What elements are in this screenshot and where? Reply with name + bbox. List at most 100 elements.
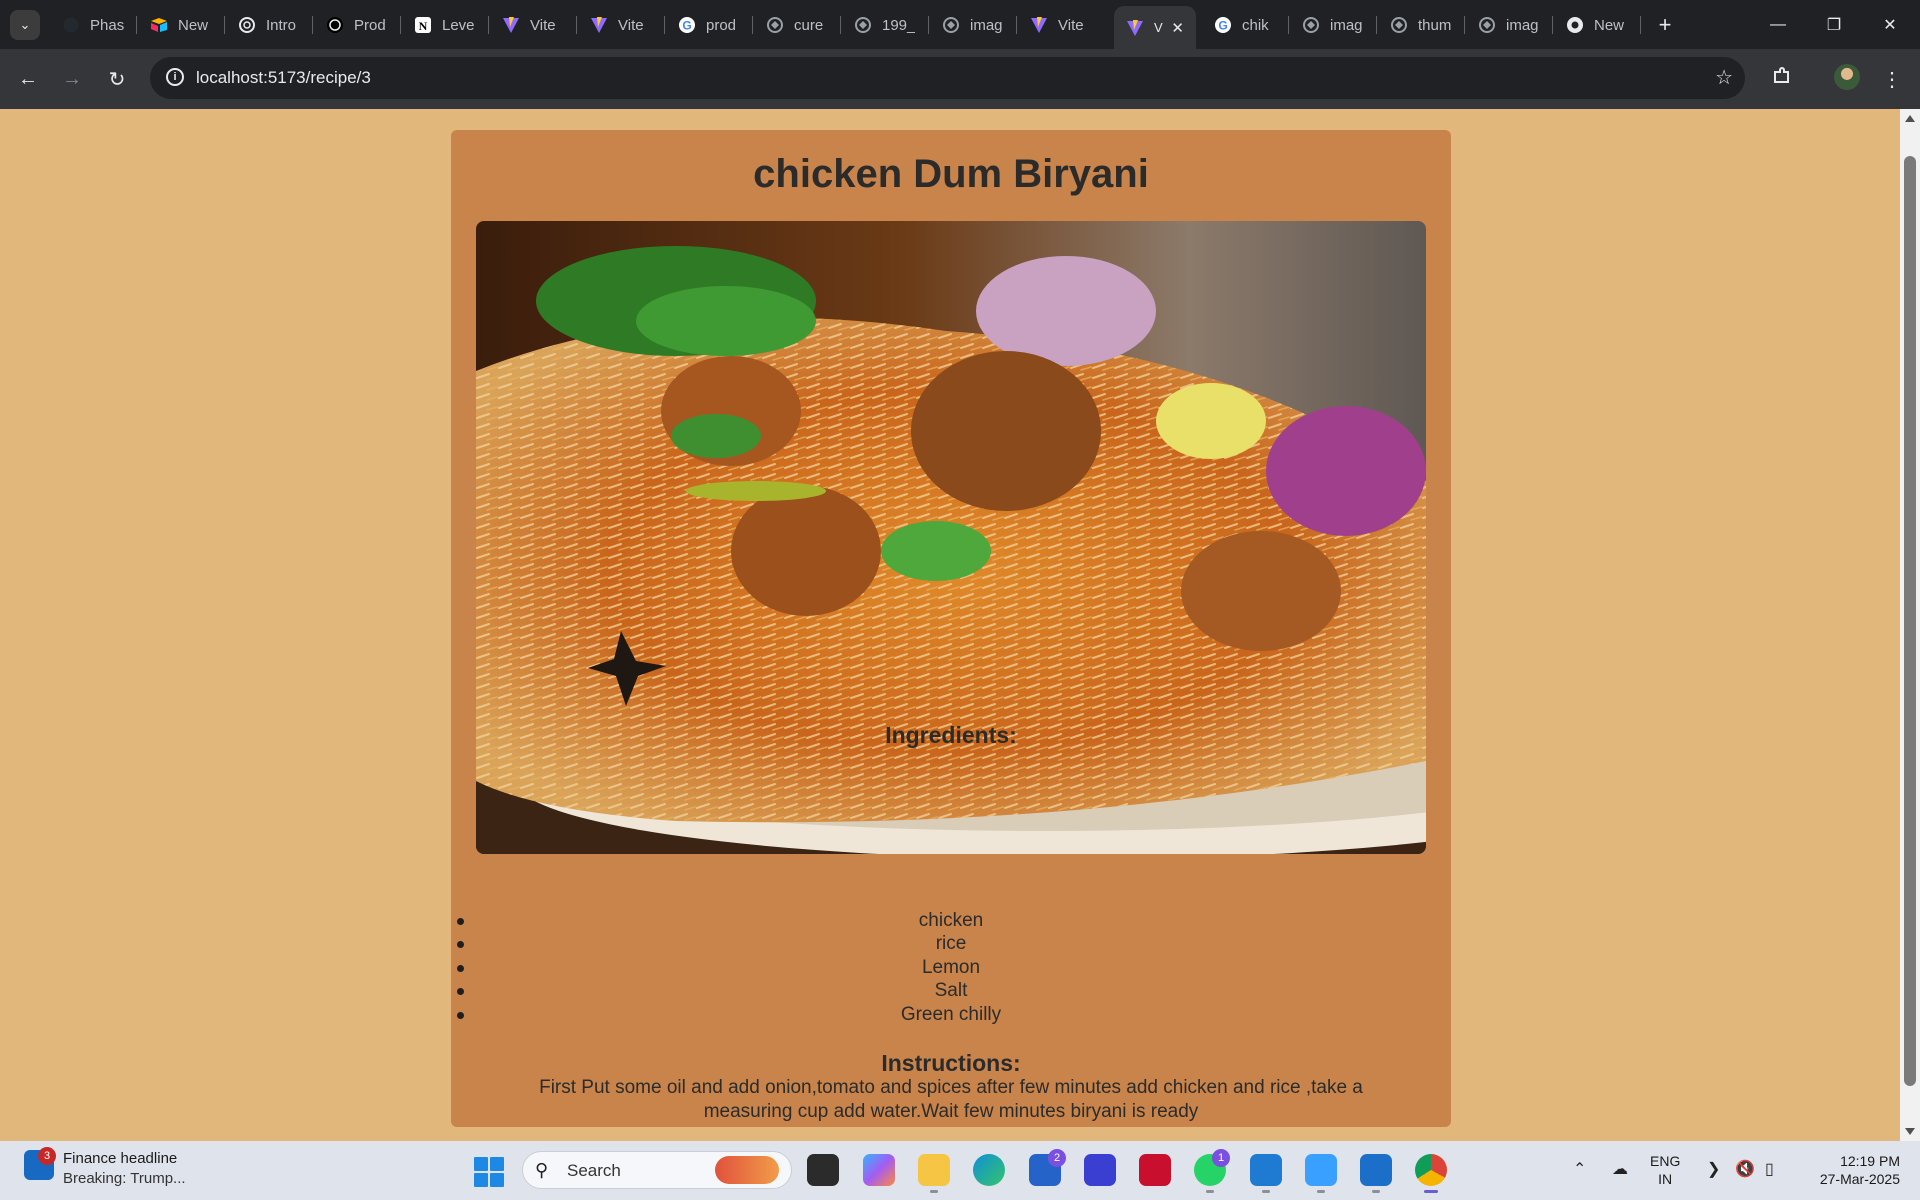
tab-search-button[interactable]: ⌄ — [10, 10, 40, 40]
minimize-icon: — — [1770, 15, 1786, 33]
chevron-up-icon[interactable]: ⌃ — [1573, 1159, 1586, 1179]
browser-tab[interactable]: thum — [1378, 8, 1466, 42]
app-icon[interactable] — [1084, 1154, 1116, 1186]
browser-tab[interactable]: Intro — [226, 8, 314, 42]
browser-tab[interactable]: New — [1554, 8, 1642, 42]
back-button[interactable]: ← — [12, 63, 44, 95]
store-badge: 2 — [1048, 1149, 1066, 1167]
battery-icon[interactable]: ▯ — [1765, 1159, 1774, 1179]
close-window-button[interactable]: ✕ — [1862, 0, 1918, 49]
extensions-button[interactable] — [1766, 63, 1798, 95]
profile-avatar[interactable] — [1834, 64, 1860, 90]
tab-title: imag — [1330, 16, 1363, 34]
running-indicator — [1206, 1190, 1214, 1193]
tab-title: Vite — [1058, 16, 1084, 34]
arrow-left-icon: ← — [18, 67, 38, 90]
search-icon: ⚲ — [535, 1160, 549, 1180]
search-label: Search — [567, 1161, 621, 1180]
tab-title: chik — [1242, 16, 1269, 34]
active-indicator — [1424, 1190, 1438, 1193]
browser-tab[interactable]: G prod — [666, 8, 754, 42]
bookmark-star-icon[interactable]: ☆ — [1715, 65, 1733, 90]
address-bar[interactable]: i localhost:5173/recipe/3 ☆ — [150, 57, 1745, 99]
forward-button[interactable]: → — [56, 63, 88, 95]
browser-tab[interactable]: Vite — [578, 8, 666, 42]
clock-date: 27-Mar-2025 — [1819, 1171, 1900, 1187]
new-tab-button[interactable]: + — [1650, 10, 1680, 40]
copilot-icon[interactable] — [863, 1154, 895, 1186]
browser-tab-active[interactable]: V ✕ — [1114, 6, 1196, 49]
scroll-up-arrow-icon[interactable] — [1905, 115, 1915, 122]
running-indicator — [1372, 1190, 1380, 1193]
onedrive-cloud-icon[interactable]: ☁ — [1612, 1159, 1628, 1179]
mcafee-icon[interactable] — [1139, 1154, 1171, 1186]
browser-tab[interactable]: imag — [1290, 8, 1378, 42]
tab-title: imag — [1506, 16, 1539, 34]
browser-tab[interactable]: imag — [930, 8, 1018, 42]
ingredient-item: Green chilly — [451, 1003, 1451, 1026]
browser-tab[interactable]: N Leve — [402, 8, 490, 42]
file-explorer-icon[interactable] — [918, 1154, 950, 1186]
vscode-icon[interactable] — [1250, 1154, 1282, 1186]
browser-tab[interactable]: Vite — [1018, 8, 1106, 42]
openai-icon — [326, 16, 344, 34]
vite-icon — [590, 16, 608, 34]
scroll-down-arrow-icon[interactable] — [1905, 1128, 1915, 1135]
globe-icon — [942, 16, 960, 34]
site-info-icon[interactable]: i — [166, 68, 184, 86]
globe-icon — [1478, 16, 1496, 34]
instructions-text: First Put some oil and add onion,tomato … — [539, 1077, 1363, 1122]
svg-text:G: G — [1218, 19, 1227, 33]
page-scrollbar[interactable] — [1900, 109, 1920, 1141]
github-icon — [62, 16, 80, 34]
start-button[interactable] — [474, 1157, 504, 1187]
browser-tab[interactable]: Phas — [50, 8, 138, 42]
browser-tab[interactable]: cure — [754, 8, 842, 42]
clock-time: 12:19 PM — [1840, 1153, 1900, 1169]
arrow-right-icon: → — [62, 67, 82, 90]
browser-tab[interactable]: imag — [1466, 8, 1554, 42]
edge-icon[interactable] — [973, 1154, 1005, 1186]
tab-title: prod — [706, 16, 737, 34]
taskbar-search[interactable]: ⚲ Search — [522, 1151, 792, 1189]
restore-button[interactable]: ❐ — [1806, 0, 1862, 49]
tab-separator — [1464, 16, 1465, 34]
tab-separator — [1288, 16, 1289, 34]
browser-tab[interactable]: Prod — [314, 8, 402, 42]
chrome-taskbar-icon[interactable] — [1415, 1154, 1447, 1186]
speaker-muted-icon[interactable]: 🔇 — [1735, 1159, 1755, 1179]
news-headline[interactable]: Finance headline — [63, 1150, 177, 1167]
tab-title: Leve — [442, 16, 475, 34]
tab-title: New — [1594, 16, 1625, 34]
tab-separator — [752, 16, 753, 34]
url-text[interactable]: localhost:5173/recipe/3 — [196, 68, 371, 88]
globe-icon — [766, 16, 784, 34]
photos-icon[interactable] — [1360, 1154, 1392, 1186]
tab-title: Intro — [266, 16, 297, 34]
openai-icon — [238, 16, 256, 34]
vite-icon — [1030, 16, 1048, 34]
browser-menu-button[interactable]: ⋮ — [1876, 63, 1908, 95]
wifi-icon[interactable]: ❯ — [1707, 1159, 1720, 1179]
task-view-icon[interactable] — [807, 1154, 839, 1186]
tab-separator — [576, 16, 577, 34]
tab-separator — [224, 16, 225, 34]
scroll-thumb[interactable] — [1904, 156, 1916, 1086]
notepad-icon[interactable] — [1305, 1154, 1337, 1186]
tab-separator — [136, 16, 137, 34]
browser-tab[interactable]: G chik — [1202, 8, 1290, 42]
whatsapp-badge: 1 — [1212, 1149, 1230, 1167]
reload-button[interactable]: ↻ — [101, 63, 133, 95]
minimize-button[interactable]: — — [1750, 0, 1806, 49]
browser-toolbar: ← → ↻ i localhost:5173/recipe/3 ☆ ⋮ — [0, 49, 1920, 109]
browser-tab[interactable]: Vite — [490, 8, 578, 42]
tab-separator — [928, 16, 929, 34]
taskbar-clock[interactable]: 12:19 PM 27-Mar-2025 — [1800, 1152, 1900, 1188]
tab-title: Vite — [530, 16, 556, 34]
browser-tab[interactable]: 199_ — [842, 8, 930, 42]
language-indicator[interactable]: ENG IN — [1650, 1152, 1680, 1188]
tab-separator — [1640, 16, 1641, 34]
browser-tab[interactable]: New — [138, 8, 226, 42]
news-subtitle[interactable]: Breaking: Trump... — [63, 1170, 186, 1187]
close-tab-icon[interactable]: ✕ — [1171, 19, 1184, 37]
